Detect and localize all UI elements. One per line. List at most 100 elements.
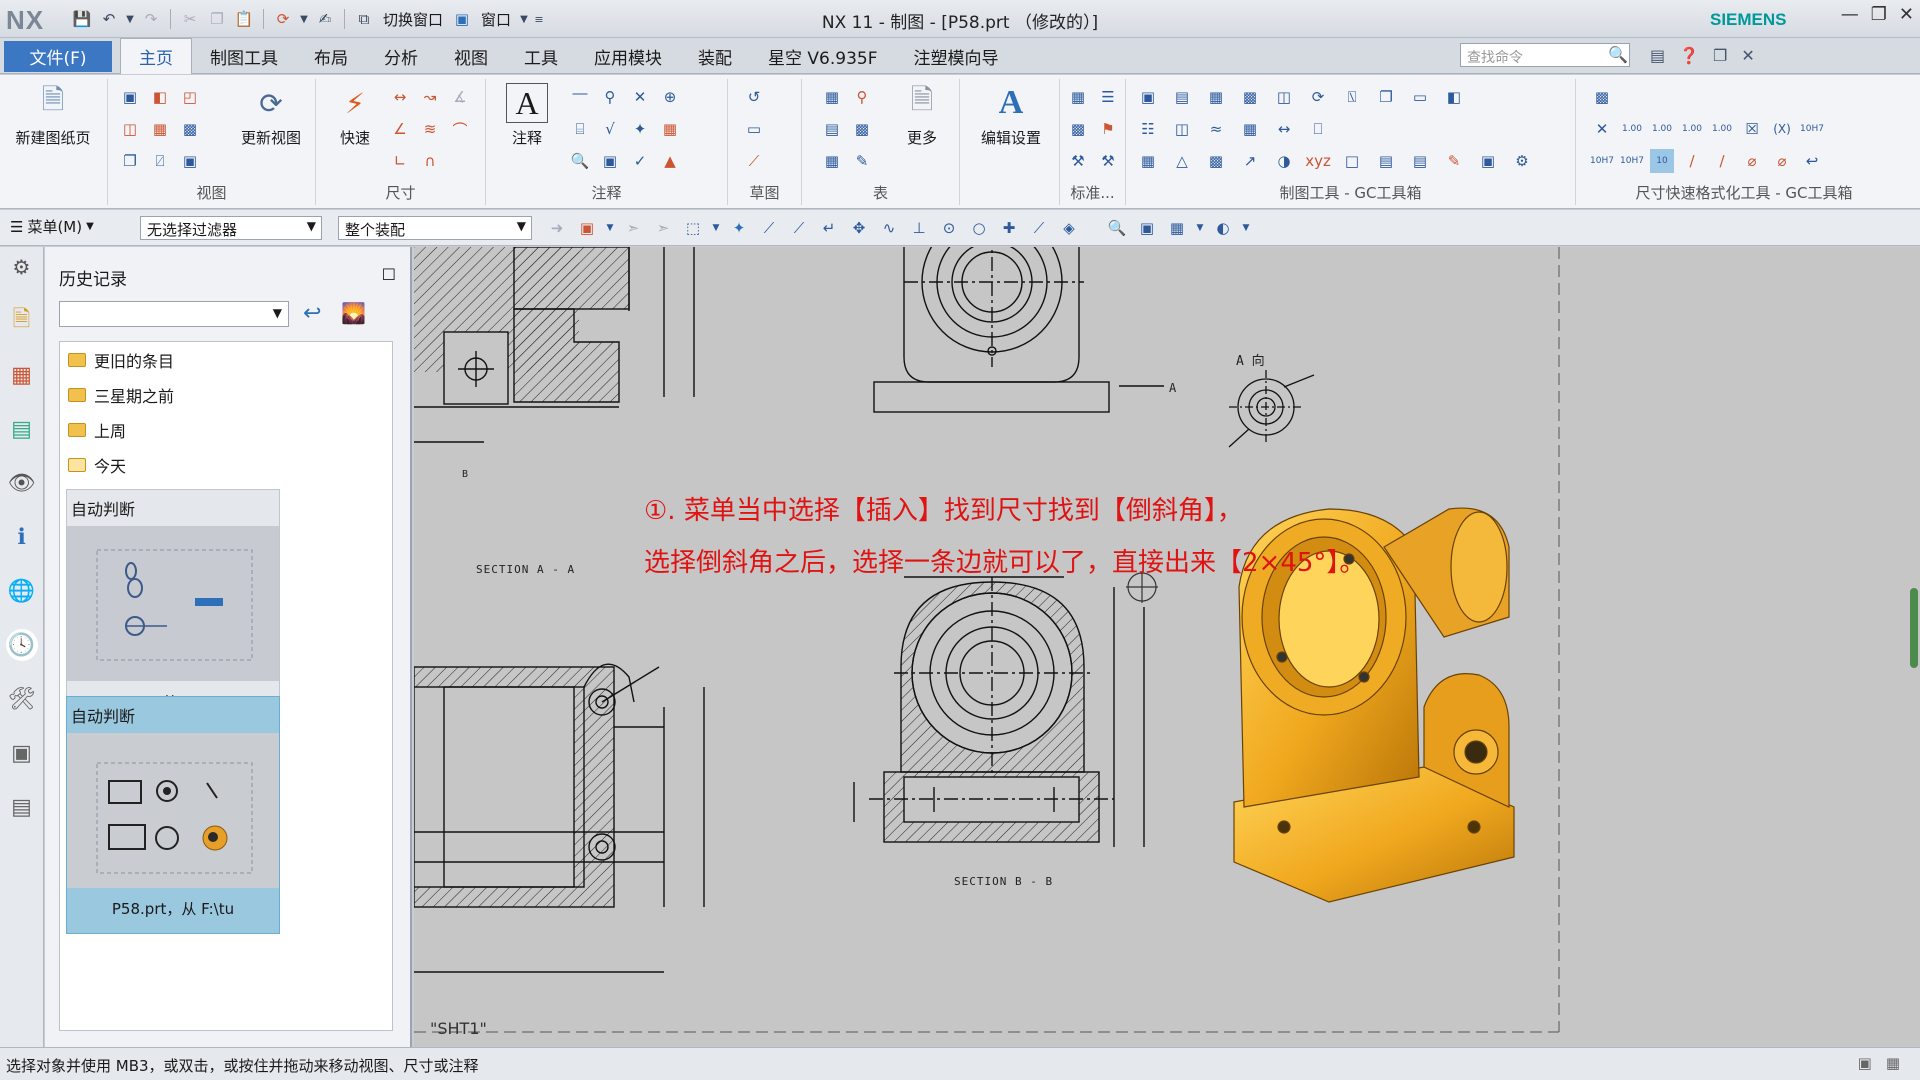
- gc-tool-icon[interactable]: [1510, 117, 1534, 141]
- surface-finish-icon[interactable]: √: [598, 117, 622, 141]
- format-tool-icon[interactable]: ☒: [1740, 117, 1764, 141]
- zoom-view-icon[interactable]: 🔍: [1105, 216, 1129, 240]
- window-menu-button[interactable]: 窗口: [477, 9, 515, 30]
- base-view-icon[interactable]: ▣: [118, 85, 142, 109]
- arc-length-icon[interactable]: ⌒: [448, 117, 472, 141]
- chevron-down-icon[interactable]: ▼: [1195, 216, 1205, 240]
- hole-table-icon[interactable]: ▩: [850, 117, 874, 141]
- view-boundary-icon[interactable]: ▣: [178, 149, 202, 173]
- gc-tool-icon[interactable]: ▭: [1408, 85, 1432, 109]
- chamfer-dim-icon[interactable]: ∠: [388, 117, 412, 141]
- parts-list-icon[interactable]: ▤: [820, 117, 844, 141]
- break-view-icon[interactable]: ▦: [148, 117, 172, 141]
- format-tool-icon[interactable]: ↩: [1800, 149, 1824, 173]
- selection-icon[interactable]: ▦: [1886, 1054, 1900, 1072]
- vertical-scrollbar-thumb[interactable]: [1910, 588, 1918, 668]
- tab-drafting-tools[interactable]: 制图工具: [192, 38, 296, 74]
- selection-scope-select[interactable]: 整个装配 ▼: [338, 216, 532, 240]
- tab-application[interactable]: 应用模块: [576, 38, 680, 74]
- rectangle-icon[interactable]: ▭: [742, 117, 766, 141]
- zoom-icon[interactable]: 🔍: [568, 149, 592, 173]
- intersection-icon[interactable]: ✥: [847, 216, 871, 240]
- feature-control-frame-icon[interactable]: ⎻: [568, 85, 592, 109]
- drawing-canvas[interactable]: B A A 向 SECTION A - A SECTION B - B ①. 菜…: [414, 247, 1920, 1047]
- chevron-down-icon[interactable]: ▼: [1241, 216, 1251, 240]
- detail-view-icon[interactable]: ◰: [178, 85, 202, 109]
- format-tool-icon[interactable]: ∕: [1680, 149, 1704, 173]
- roles-icon[interactable]: 🛠: [6, 683, 38, 715]
- point-on-curve-icon[interactable]: ⟋: [1027, 216, 1051, 240]
- info-icon[interactable]: ℹ: [6, 521, 38, 553]
- help-icon[interactable]: ❓: [1679, 46, 1699, 65]
- format-tool-icon[interactable]: ∕: [1710, 149, 1734, 173]
- format-tool-icon[interactable]: ⌀: [1770, 149, 1794, 173]
- drawing-view-icon[interactable]: ⍁: [148, 149, 172, 173]
- search-icon[interactable]: 🔍: [1608, 45, 1628, 64]
- format-tool-icon[interactable]: 10: [1650, 149, 1674, 173]
- tool-icon[interactable]: ⚒: [1066, 149, 1090, 173]
- tab-home[interactable]: 主页: [120, 38, 192, 74]
- assembly-navigator-icon[interactable]: ▦: [6, 359, 38, 391]
- format-tool-icon[interactable]: ⌀: [1740, 149, 1764, 173]
- mid-point-icon[interactable]: ⟋: [787, 216, 811, 240]
- linear-dim-icon[interactable]: ↔: [388, 85, 412, 109]
- gear-icon[interactable]: ⚙: [1510, 149, 1534, 173]
- angular-dim-icon[interactable]: ∡: [448, 85, 472, 109]
- format-tool-icon[interactable]: 10H7: [1800, 117, 1824, 141]
- cursor-icon[interactable]: ➣: [621, 216, 645, 240]
- tabular-note-icon[interactable]: ▦: [820, 85, 844, 109]
- table-icon[interactable]: ▩: [1066, 117, 1090, 141]
- history-card[interactable]: 自动判断 z.prt，从 F:\tuce: [66, 489, 280, 727]
- reuse-library-icon[interactable]: ▤: [6, 413, 38, 445]
- gc-tool-icon[interactable]: △: [1170, 149, 1194, 173]
- gc-tool-icon[interactable]: [1476, 85, 1500, 109]
- chevron-down-icon[interactable]: ▼: [518, 8, 530, 30]
- undo-icon[interactable]: ↶: [97, 8, 121, 30]
- datum-icon[interactable]: ⚲: [598, 85, 622, 109]
- chevron-down-icon[interactable]: ▼: [124, 8, 136, 30]
- format-tool-icon[interactable]: [1650, 85, 1674, 109]
- menu-button[interactable]: ☰ 菜单(M) ▼: [10, 216, 94, 237]
- view-icon[interactable]: ▣: [1135, 216, 1159, 240]
- restore-icon[interactable]: ❐: [1713, 46, 1727, 65]
- gc-tool-icon[interactable]: ✎: [1442, 149, 1466, 173]
- gc-tool-icon[interactable]: ◫: [1272, 85, 1296, 109]
- weld-symbol-icon[interactable]: ✦: [628, 117, 652, 141]
- standard-icon[interactable]: ▦: [1066, 85, 1090, 109]
- curve-point-icon[interactable]: ∿: [877, 216, 901, 240]
- gc-tool-icon[interactable]: [1340, 117, 1364, 141]
- command-search-input[interactable]: 查找命令: [1460, 43, 1630, 67]
- check-icon[interactable]: ✓: [628, 149, 652, 173]
- full-screen-icon[interactable]: ▣: [1858, 1054, 1872, 1072]
- selection-filter-select[interactable]: 无选择过滤器 ▼: [140, 216, 322, 240]
- image-icon[interactable]: ▣: [598, 149, 622, 173]
- point-on-surface-icon[interactable]: ◈: [1057, 216, 1081, 240]
- format-tool-icon[interactable]: [1680, 85, 1704, 109]
- format-tool-icon[interactable]: 1.00: [1620, 117, 1644, 141]
- radial-dim-icon[interactable]: ↝: [418, 85, 442, 109]
- tab-xingkong[interactable]: 星空 V6.935F: [750, 38, 895, 74]
- note-button[interactable]: A 注释: [486, 83, 568, 148]
- gc-tool-icon[interactable]: ↗: [1238, 149, 1262, 173]
- select-all-icon[interactable]: ▣: [575, 216, 599, 240]
- control-point-icon[interactable]: ↵: [817, 216, 841, 240]
- tab-tools[interactable]: 工具: [506, 38, 576, 74]
- gc-tool-icon[interactable]: ↔: [1272, 117, 1296, 141]
- tab-mold-wizard[interactable]: 注塑模向导: [895, 38, 1016, 74]
- switch-window-icon[interactable]: ⧉: [352, 8, 376, 30]
- touch-mode-icon[interactable]: ✍: [313, 8, 337, 30]
- image-view-icon[interactable]: 🌄: [341, 301, 366, 325]
- tool-icon[interactable]: ⚒: [1096, 149, 1120, 173]
- gc-tool-icon[interactable]: ▤: [1374, 149, 1398, 173]
- layers-icon[interactable]: ☰: [1096, 85, 1120, 109]
- gc-tool-icon[interactable]: □: [1340, 149, 1364, 173]
- format-tool-icon[interactable]: ▩: [1590, 85, 1614, 109]
- close-icon[interactable]: ✕: [1899, 4, 1914, 25]
- system-materials-icon[interactable]: ▣: [6, 737, 38, 769]
- gc-tool-icon[interactable]: ▦: [1136, 149, 1160, 173]
- quick-dimension-button[interactable]: ⚡ 快速: [314, 83, 396, 148]
- balloon-icon[interactable]: ⚲: [850, 85, 874, 109]
- repeat-command-icon[interactable]: ⟳: [271, 8, 295, 30]
- list-item[interactable]: 今天: [60, 447, 392, 482]
- chevron-down-icon[interactable]: ▼: [711, 216, 721, 240]
